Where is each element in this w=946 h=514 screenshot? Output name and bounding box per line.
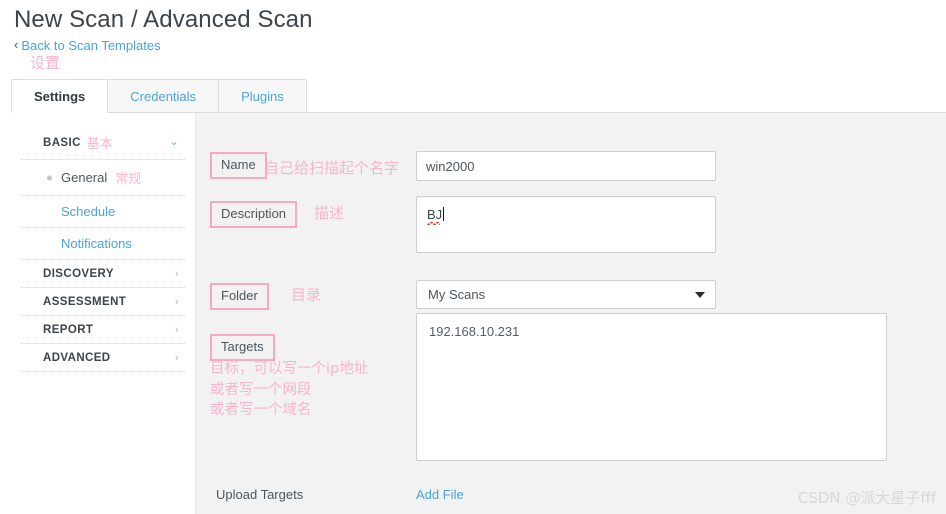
folder-field-row: Folder xyxy=(210,283,269,310)
description-textarea[interactable]: BJ xyxy=(416,196,716,253)
sidebar-section-advanced[interactable]: ADVANCED › xyxy=(21,344,185,372)
description-field-row: Description xyxy=(210,201,298,228)
chevron-down-icon xyxy=(695,291,705,298)
chevron-right-icon: › xyxy=(174,351,179,364)
folder-select-value: My Scans xyxy=(428,287,486,302)
tab-bar: Settings Credentials Plugins xyxy=(11,79,946,113)
tab-credentials-label: Credentials xyxy=(130,88,197,104)
tab-plugins[interactable]: Plugins xyxy=(218,79,307,112)
page-title: New Scan / Advanced Scan xyxy=(14,6,313,33)
sidebar-item-notifications-label: Notifications xyxy=(61,236,132,251)
name-input[interactable]: win2000 xyxy=(416,151,716,181)
folder-select[interactable]: My Scans xyxy=(416,280,716,309)
folder-label: Folder xyxy=(210,283,269,310)
sidebar-item-general[interactable]: General 常规 xyxy=(21,160,185,196)
settings-form-panel: Name 自己给扫描起个名字 win2000 Description 描述 BJ… xyxy=(196,113,946,514)
annotation-folder: 目录 xyxy=(291,286,322,304)
watermark: CSDN @派大星子fff xyxy=(797,489,936,507)
sidebar-item-schedule[interactable]: Schedule xyxy=(21,196,185,228)
scan-config-page: New Scan / Advanced Scan ‹ Back to Scan … xyxy=(0,0,946,514)
annotation-basic: 基本 xyxy=(86,137,113,152)
tab-plugins-label: Plugins xyxy=(241,88,284,104)
tab-settings-label: Settings xyxy=(34,89,86,104)
sidebar-section-basic[interactable]: BASIC 基本 ⌄ xyxy=(21,125,185,160)
tab-credentials[interactable]: Credentials xyxy=(107,79,220,112)
chevron-left-icon: ‹ xyxy=(14,37,19,52)
chevron-right-icon: › xyxy=(174,267,179,280)
sidebar-section-discovery-label: DISCOVERY xyxy=(43,268,114,280)
annotation-description: 描述 xyxy=(314,204,345,222)
annotation-general: 常规 xyxy=(115,172,142,187)
targets-textarea[interactable]: 192.168.10.231 xyxy=(416,313,887,461)
upload-targets-label: Upload Targets xyxy=(216,487,304,502)
sidebar-item-notifications[interactable]: Notifications xyxy=(21,228,185,260)
tab-settings[interactable]: Settings xyxy=(11,79,109,113)
chevron-right-icon: › xyxy=(174,295,179,308)
name-label: Name xyxy=(210,152,267,179)
back-link-label: Back to Scan Templates xyxy=(21,38,161,53)
chevron-right-icon: › xyxy=(174,323,179,336)
text-cursor-icon xyxy=(443,207,445,221)
description-value: BJ xyxy=(427,207,443,222)
sidebar-section-basic-label: BASIC xyxy=(43,136,81,149)
sidebar-section-assessment[interactable]: ASSESSMENT › xyxy=(21,288,185,316)
sidebar-section-discovery[interactable]: DISCOVERY › xyxy=(21,260,185,288)
sidebar-section-report[interactable]: REPORT › xyxy=(21,316,185,344)
back-to-scan-templates-link[interactable]: ‹ Back to Scan Templates xyxy=(14,38,161,53)
targets-label: Targets xyxy=(210,334,275,361)
annotation-settings: 设置 xyxy=(30,54,61,72)
description-label: Description xyxy=(210,201,298,228)
description-value-wrap: BJ xyxy=(427,207,443,225)
add-file-link[interactable]: Add File xyxy=(416,487,464,502)
settings-sidebar: BASIC 基本 ⌄ General 常规 Schedule Notificat… xyxy=(11,113,196,514)
name-input-value: win2000 xyxy=(426,158,475,174)
annotation-name: 自己给扫描起个名字 xyxy=(264,159,400,177)
sidebar-item-schedule-label: Schedule xyxy=(61,204,116,219)
sidebar-section-report-label: REPORT xyxy=(43,324,94,336)
targets-field-row: Targets xyxy=(210,334,275,361)
sidebar-section-assessment-label: ASSESSMENT xyxy=(43,296,127,308)
annotation-targets: 目标，可以写一个ip地址 或者写一个网段 或者写一个域名 xyxy=(210,361,369,419)
sidebar-section-advanced-label: ADVANCED xyxy=(43,352,111,364)
chevron-down-icon: ⌄ xyxy=(169,136,179,148)
name-field-row: Name xyxy=(210,152,267,179)
body-wrapper: BASIC 基本 ⌄ General 常规 Schedule Notificat… xyxy=(11,113,946,514)
bullet-icon xyxy=(47,175,52,180)
targets-value: 192.168.10.231 xyxy=(429,324,520,339)
sidebar-item-general-label: General xyxy=(61,170,108,185)
spellcheck-underline-icon xyxy=(427,222,441,225)
